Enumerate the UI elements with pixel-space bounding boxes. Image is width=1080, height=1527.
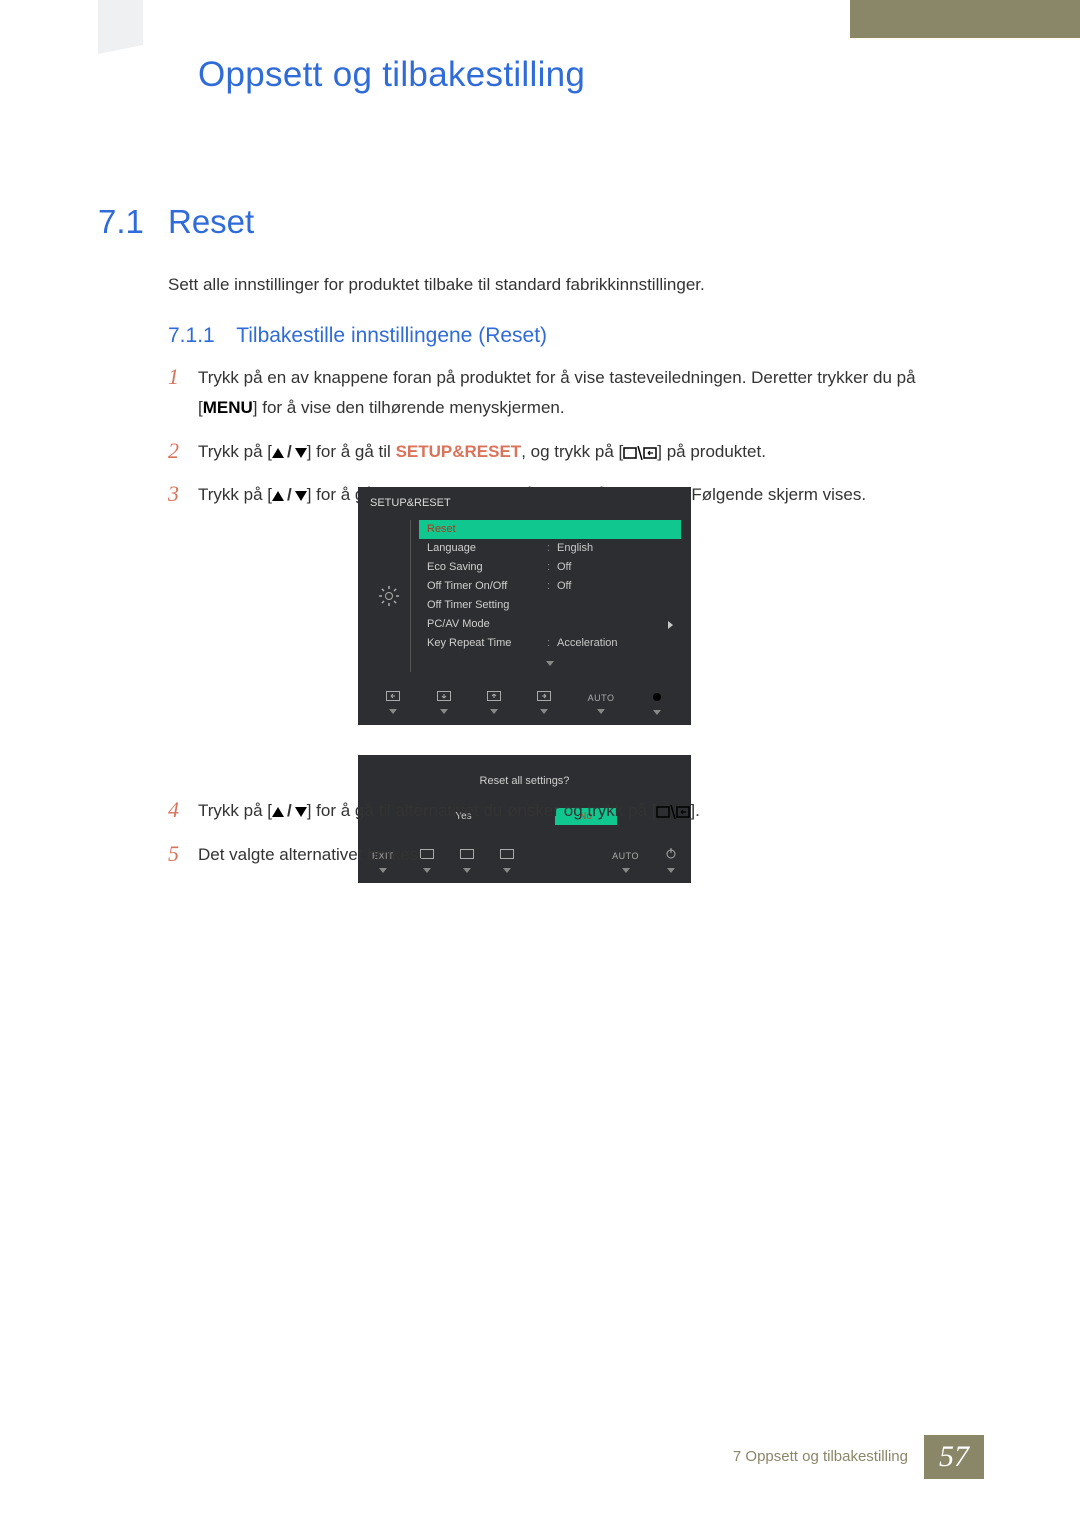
triangle-down-icon	[295, 807, 307, 817]
osd-row-value: Off	[557, 578, 571, 595]
osd-row-value: Off	[557, 559, 571, 576]
subsection-heading: 7.1.1 Tilbakestille innstillingene (Rese…	[168, 320, 547, 353]
scroll-down-hint-icon	[419, 655, 681, 672]
page-footer: 7 Oppsett og tilbakestilling 57	[733, 1435, 984, 1479]
chapter-tab-corner	[98, 0, 143, 45]
osd-row-label: PC/AV Mode	[427, 616, 547, 633]
step-number: 2	[168, 437, 198, 467]
step-text: ] på produktet.	[657, 442, 766, 461]
nav-left-icon	[386, 691, 400, 714]
osd-menu-row: Reset	[419, 520, 681, 539]
osd-row-label: Language	[427, 540, 547, 557]
step-number: 5	[168, 840, 198, 870]
osd-setup-reset: SETUP&RESET ResetLanguage:EnglishEco Sav…	[358, 487, 691, 725]
subsection-title: Tilbakestille innstillingene (Reset)	[236, 324, 547, 347]
osd-menu-row: Key Repeat Time:Acceleration	[419, 634, 681, 653]
osd-row-label: Off Timer On/Off	[427, 578, 547, 595]
gear-icon	[377, 584, 401, 608]
step-text: Det valgte alternativet brukes.	[198, 840, 423, 870]
triangle-up-icon	[272, 807, 284, 817]
nav-right-icon	[537, 691, 551, 714]
nav-power-icon	[651, 690, 663, 715]
osd-menu-row: Language:English	[419, 539, 681, 558]
osd-row-label: Eco Saving	[427, 559, 547, 576]
triangle-down-icon	[295, 491, 307, 501]
step-text: ] for å vise den tilhørende menyskjermen…	[253, 398, 565, 417]
osd-menu-row: Off Timer On/Off:Off	[419, 577, 681, 596]
step-text: Trykk på [	[198, 442, 272, 461]
step-text: , og trykk på [	[521, 442, 623, 461]
page-number-badge: 57	[924, 1435, 984, 1479]
section-heading: 7.1 Reset	[98, 196, 254, 247]
osd-row-label: Reset	[427, 521, 547, 538]
osd-category-icon	[368, 520, 410, 672]
triangle-up-icon	[272, 491, 284, 501]
nav-up-icon	[487, 691, 501, 714]
step-number: 4	[168, 796, 198, 826]
menu-label: MENU	[203, 398, 253, 417]
footer-chapter-text: 7 Oppsett og tilbakestilling	[733, 1445, 908, 1468]
section-number: 7.1	[98, 196, 168, 247]
step-1: 1 Trykk på en av knappene foran på produ…	[168, 363, 978, 423]
step-text: ].	[690, 801, 699, 820]
step-text: Trykk på [	[198, 801, 272, 820]
triangle-up-icon	[272, 448, 284, 458]
step-text: ] for å gå til alternativet du ønsker og…	[307, 801, 657, 820]
step-2: 2 Trykk på [/] for å gå til SETUP&RESET,…	[168, 437, 978, 467]
step-number: 1	[168, 363, 198, 423]
osd-menu-row: PC/AV Mode	[419, 615, 681, 634]
osd-menu-row: Eco Saving:Off	[419, 558, 681, 577]
step-text: Trykk på [	[198, 485, 272, 504]
window-enter-icon	[656, 801, 690, 820]
osd-row-value: English	[557, 540, 593, 557]
osd-row-label: Key Repeat Time	[427, 635, 547, 652]
osd-row-label: Off Timer Setting	[427, 597, 547, 614]
step-number: 3	[168, 480, 198, 510]
triangle-down-icon	[295, 448, 307, 458]
nav-down-icon	[437, 691, 451, 714]
subsection-number: 7.1.1	[168, 324, 215, 347]
osd-menu-row: Off Timer Setting	[419, 596, 681, 615]
header-accent-bar	[850, 0, 1080, 38]
osd-title: SETUP&RESET	[358, 487, 691, 518]
nav-auto: AUTO	[588, 692, 615, 714]
step-4: 4 Trykk på [/] for å gå til alternativet…	[168, 796, 978, 826]
step-text: ] for å gå til	[307, 442, 396, 461]
section-title: Reset	[168, 196, 254, 247]
section-intro: Sett alle innstillinger for produktet ti…	[168, 272, 938, 298]
osd-nav-bar: AUTO	[358, 682, 691, 725]
menu-target: SETUP&RESET	[396, 442, 522, 461]
window-enter-icon	[623, 442, 657, 461]
step-5: 5 Det valgte alternativet brukes.	[168, 840, 978, 870]
chapter-title: Oppsett og tilbakestilling	[198, 48, 585, 102]
osd-row-value: Acceleration	[557, 635, 618, 652]
submenu-arrow-icon	[668, 621, 673, 629]
